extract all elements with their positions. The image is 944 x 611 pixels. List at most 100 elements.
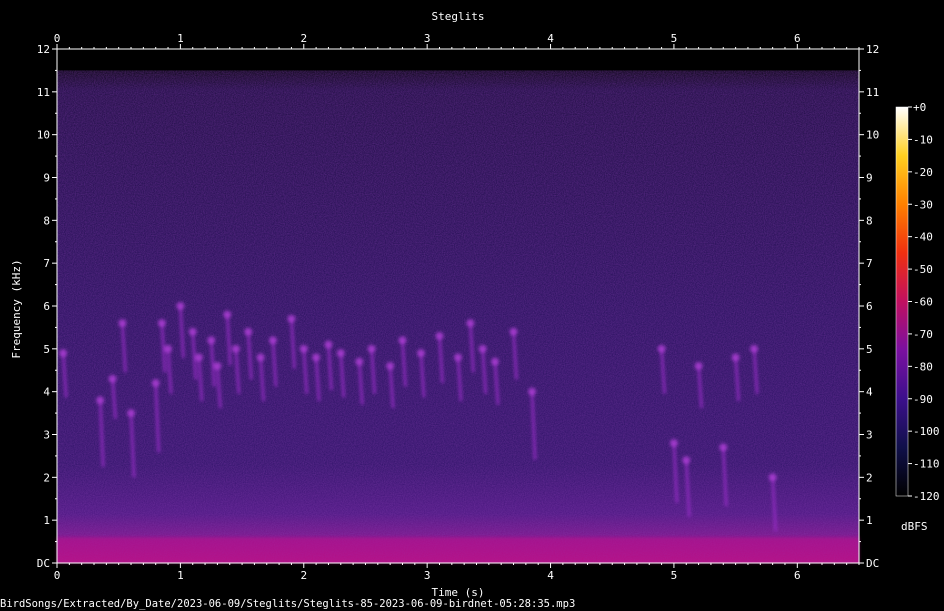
call-blob: [657, 344, 666, 353]
call-blob: [386, 361, 395, 370]
y-tick-label-right: 5: [866, 343, 873, 356]
colorbar-tick-label: -30: [913, 198, 933, 211]
low-frequency-band: [57, 537, 859, 563]
call-blob: [478, 344, 487, 353]
y-tick-label: 3: [43, 429, 50, 442]
y-tick-label: 10: [37, 129, 50, 142]
colorbar-tick-label: -40: [913, 231, 933, 244]
call-blob: [416, 349, 425, 358]
call-blob: [244, 327, 253, 336]
call-blob: [694, 361, 703, 370]
x-tick-label: 2: [300, 569, 307, 582]
colorbar-tick-label: -80: [913, 360, 933, 373]
footer-file-path: BirdSongs/Extracted/By_Date/2023-06-09/S…: [0, 598, 575, 610]
x-tick-label-top: 3: [424, 32, 431, 45]
y-tick-label: 6: [43, 300, 50, 313]
y-tick-label-right: 7: [866, 257, 873, 270]
call-blob: [355, 357, 364, 366]
call-blob: [731, 353, 740, 362]
call-blob: [768, 473, 777, 482]
y-tick-label-right: 8: [866, 214, 873, 227]
x-tick-label: 6: [794, 569, 801, 582]
x-tick-label: 1: [177, 569, 184, 582]
call-blob: [164, 344, 173, 353]
colorbar-gradient: [895, 106, 909, 497]
call-blob: [299, 344, 308, 353]
call-blob: [108, 374, 117, 383]
call-blob: [157, 319, 166, 328]
call-blob: [118, 319, 127, 328]
call-blob: [750, 344, 759, 353]
colorbar-tick-label: -70: [913, 328, 933, 341]
y-tick-label: 5: [43, 343, 50, 356]
call-blob: [213, 361, 222, 370]
y-tick-label-right: 3: [866, 429, 873, 442]
call-blob: [719, 443, 728, 452]
call-blob: [96, 396, 105, 405]
y-tick-label: 1: [43, 514, 50, 527]
colorbar-tick-label: -110: [913, 458, 940, 471]
y-tick-label-right: 1: [866, 514, 873, 527]
call-blob: [287, 314, 296, 323]
y-tick-label: 8: [43, 214, 50, 227]
y-tick-label-right: 6: [866, 300, 873, 313]
colorbar: +0 -10 -20 -30 -40 -50 -60 -70 -80 -90 -100 -110 -12…: [895, 101, 940, 503]
colorbar-tick-label: -20: [913, 166, 933, 179]
call-blob: [669, 439, 678, 448]
call-blob: [528, 387, 537, 396]
y-tick-label-right: 4: [866, 386, 873, 399]
call-blob: [151, 379, 160, 388]
colorbar-tick-label: -60: [913, 296, 933, 309]
colorbar-label: dBFS: [901, 520, 928, 533]
x-tick-label: 0: [54, 569, 61, 582]
call-blob: [491, 357, 500, 366]
y-tick-label: 7: [43, 257, 50, 270]
call-blob: [231, 344, 240, 353]
x-tick-label-top: 0: [54, 32, 61, 45]
call-blob: [367, 344, 376, 353]
call-blob: [398, 336, 407, 345]
call-blob: [194, 353, 203, 362]
y-tick-label-right: 10: [866, 129, 879, 142]
y-axis-label: Frequency (kHz): [10, 259, 23, 358]
y-tick-label: 4: [43, 386, 50, 399]
colorbar-tick-label: -120: [913, 490, 940, 503]
x-tick-label-top: 5: [671, 32, 678, 45]
y-tick-label: DC: [37, 557, 50, 570]
y-tick-label: 11: [37, 86, 50, 99]
colorbar-tick-label: +0: [913, 101, 926, 114]
x-tick-label: 4: [547, 569, 554, 582]
y-tick-label-right: 12: [866, 43, 879, 56]
y-tick-label-right: 2: [866, 471, 873, 484]
x-tick-label-top: 2: [300, 32, 307, 45]
call-blob: [188, 327, 197, 336]
call-blob: [176, 302, 185, 310]
call-blob: [435, 331, 444, 340]
call-blob: [509, 327, 518, 336]
call-blob: [454, 353, 462, 362]
chart-title: Steglits: [432, 10, 485, 23]
x-tick-label-top: 6: [794, 32, 801, 45]
call-blob: [324, 340, 333, 349]
colorbar-tick-label: -90: [913, 393, 933, 406]
call-blob: [336, 349, 345, 358]
call-blob: [312, 353, 321, 362]
colorbar-tick-label: -50: [913, 263, 933, 276]
y-tick-label: 9: [43, 172, 50, 185]
plot-area: [57, 49, 859, 564]
colorbar-tick-label: -10: [913, 133, 933, 146]
call-blob: [682, 456, 691, 465]
spectrogram-noise: [57, 70, 859, 564]
call-blob: [127, 409, 136, 418]
colorbar-tick-label: -100: [913, 425, 940, 438]
call-blob: [256, 353, 265, 362]
call-blob: [207, 336, 216, 345]
y-tick-label: 12: [37, 43, 50, 56]
y-tick-label: 2: [43, 471, 50, 484]
call-blob: [466, 319, 475, 328]
call-blob: [268, 336, 277, 345]
x-tick-label: 5: [671, 569, 678, 582]
x-tick-label-top: 1: [177, 32, 184, 45]
call-blob: [59, 349, 68, 358]
x-tick-label: 3: [424, 569, 431, 582]
